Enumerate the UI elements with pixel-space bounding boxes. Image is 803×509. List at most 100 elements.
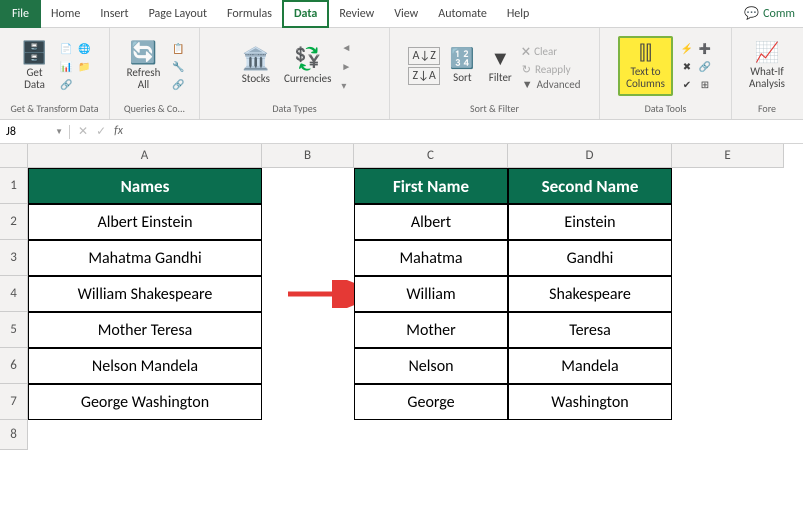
sort-icon: 🔢	[450, 48, 475, 70]
refresh-all-button[interactable]: 🔄 Refresh All	[123, 39, 165, 93]
cell-A1[interactable]: Names	[28, 168, 262, 204]
ribbon-group-queries: 🔄 Refresh All 📋 🔧 🔗 Queries & Co...	[110, 28, 200, 119]
cell-D5[interactable]: Teresa	[508, 312, 672, 348]
fx-icon[interactable]: fx	[114, 124, 123, 139]
tab-page-layout[interactable]: Page Layout	[139, 0, 217, 28]
from-table-icon[interactable]: 📊	[58, 58, 74, 74]
group-label-sortfilter: Sort & Filter	[396, 102, 593, 117]
clear-icon: 🗙	[522, 42, 530, 61]
flash-fill-icon[interactable]: ⚡	[679, 40, 695, 56]
comments-label: Comm	[763, 7, 795, 21]
col-header-D[interactable]: D	[508, 144, 672, 168]
cell-D3[interactable]: Gandhi	[508, 240, 672, 276]
tab-view[interactable]: View	[384, 0, 428, 28]
text-to-columns-button[interactable]: ⫿⫿ Text to Columns	[618, 36, 673, 96]
row-header-8[interactable]: 8	[0, 420, 28, 450]
stocks-button[interactable]: 🏛️ Stocks	[238, 45, 274, 87]
tab-home[interactable]: Home	[41, 0, 90, 28]
cell-D7[interactable]: Washington	[508, 384, 672, 420]
row-header-1[interactable]: 1	[0, 168, 28, 204]
group-label-datatools: Data Tools	[606, 102, 725, 117]
cells-area[interactable]: Names Albert Einstein Mahatma Gandhi Wil…	[28, 168, 803, 468]
cell-D2[interactable]: Einstein	[508, 204, 672, 240]
sort-az-buttons: A↓Z Z↓A	[408, 47, 439, 85]
select-all-corner[interactable]	[0, 144, 28, 168]
row-header-7[interactable]: 7	[0, 384, 28, 420]
cell-D6[interactable]: Mandela	[508, 348, 672, 384]
cell-A6[interactable]: Nelson Mandela	[28, 348, 262, 384]
col-header-B[interactable]: B	[262, 144, 354, 168]
cell-A2[interactable]: Albert Einstein	[28, 204, 262, 240]
clear-label: Clear	[534, 45, 557, 58]
filter-button[interactable]: ▼ Filter	[485, 46, 516, 86]
from-text-icon[interactable]: 📄	[58, 40, 74, 56]
datatools-small-buttons: ⚡➕ ✖🔗 ✔⊞	[679, 40, 713, 92]
formula-input[interactable]	[131, 120, 803, 143]
edit-links-icon[interactable]: 🔗	[170, 76, 186, 92]
sort-desc-button[interactable]: Z↓A	[408, 67, 439, 85]
row-header-5[interactable]: 5	[0, 312, 28, 348]
cell-C7[interactable]: George	[354, 384, 508, 420]
comment-icon: 💬	[744, 6, 759, 21]
col-header-A[interactable]: A	[28, 144, 262, 168]
consolidate-icon[interactable]: ➕	[697, 40, 713, 56]
enter-icon[interactable]: ✓	[96, 124, 106, 139]
cell-C5[interactable]: Mother	[354, 312, 508, 348]
tab-file[interactable]: File	[0, 0, 41, 28]
whatif-button[interactable]: 📈 What-If Analysis	[745, 40, 789, 92]
chevron-right-icon[interactable]: ►	[341, 60, 351, 73]
comments-button[interactable]: 💬 Comm	[736, 6, 803, 21]
chevron-down-icon[interactable]: ▼	[55, 127, 63, 137]
row-header-6[interactable]: 6	[0, 348, 28, 384]
validation-icon[interactable]: ✔	[679, 76, 695, 92]
datamodel-icon[interactable]: ⊞	[697, 76, 713, 92]
queries-icon[interactable]: 📋	[170, 40, 186, 56]
stocks-label: Stocks	[242, 73, 270, 85]
tab-data[interactable]: Data	[282, 0, 329, 28]
cancel-icon[interactable]: ✕	[78, 124, 88, 139]
tab-automate[interactable]: Automate	[428, 0, 497, 28]
sort-label: Sort	[453, 72, 471, 84]
expand-icon[interactable]: ▾	[341, 79, 351, 92]
cell-C2[interactable]: Albert	[354, 204, 508, 240]
row-header-4[interactable]: 4	[0, 276, 28, 312]
currencies-button[interactable]: 💱 Currencies	[280, 45, 335, 87]
cell-D4[interactable]: Shakespeare	[508, 276, 672, 312]
get-data-button[interactable]: 🗄️ Get Data	[17, 39, 52, 93]
sort-asc-button[interactable]: A↓Z	[408, 47, 439, 65]
cell-A5[interactable]: Mother Teresa	[28, 312, 262, 348]
cell-C1[interactable]: First Name	[354, 168, 508, 204]
row-header-3[interactable]: 3	[0, 240, 28, 276]
row-header-2[interactable]: 2	[0, 204, 28, 240]
tab-help[interactable]: Help	[497, 0, 540, 28]
cell-C3[interactable]: Mahatma	[354, 240, 508, 276]
spreadsheet-grid: 1 2 3 4 5 6 7 8 A B C D E Names Albert E…	[0, 144, 803, 468]
text-to-columns-label: Text to Columns	[626, 66, 665, 90]
cell-A4[interactable]: William Shakespeare	[28, 276, 262, 312]
advanced-button[interactable]: ▼Advanced	[522, 78, 581, 91]
remove-dup-icon[interactable]: ✖	[679, 58, 695, 74]
recent-icon[interactable]: 📁	[76, 58, 92, 74]
properties-icon[interactable]: 🔧	[170, 58, 186, 74]
cell-A7[interactable]: George Washington	[28, 384, 262, 420]
existing-icon[interactable]: 🔗	[58, 76, 74, 92]
cell-C6[interactable]: Nelson	[354, 348, 508, 384]
sort-button[interactable]: 🔢 Sort	[446, 46, 479, 86]
cell-D1[interactable]: Second Name	[508, 168, 672, 204]
from-web-icon[interactable]: 🌐	[76, 40, 92, 56]
name-box[interactable]: J8 ▼	[0, 125, 70, 139]
col-header-E[interactable]: E	[672, 144, 784, 168]
tab-formulas[interactable]: Formulas	[217, 0, 282, 28]
col-header-C[interactable]: C	[354, 144, 508, 168]
text-to-columns-icon: ⫿⫿	[639, 42, 652, 64]
chevron-left-icon[interactable]: ◄	[341, 41, 351, 54]
tab-insert[interactable]: Insert	[90, 0, 138, 28]
tab-review[interactable]: Review	[329, 0, 384, 28]
cell-C4[interactable]: William	[354, 276, 508, 312]
cell-A3[interactable]: Mahatma Gandhi	[28, 240, 262, 276]
queries-small-buttons: 📋 🔧 🔗	[170, 40, 186, 92]
relations-icon[interactable]: 🔗	[697, 58, 713, 74]
reapply-button[interactable]: ↻Reapply	[522, 63, 581, 76]
reapply-icon: ↻	[522, 63, 531, 76]
clear-button[interactable]: 🗙 Clear	[522, 42, 581, 61]
